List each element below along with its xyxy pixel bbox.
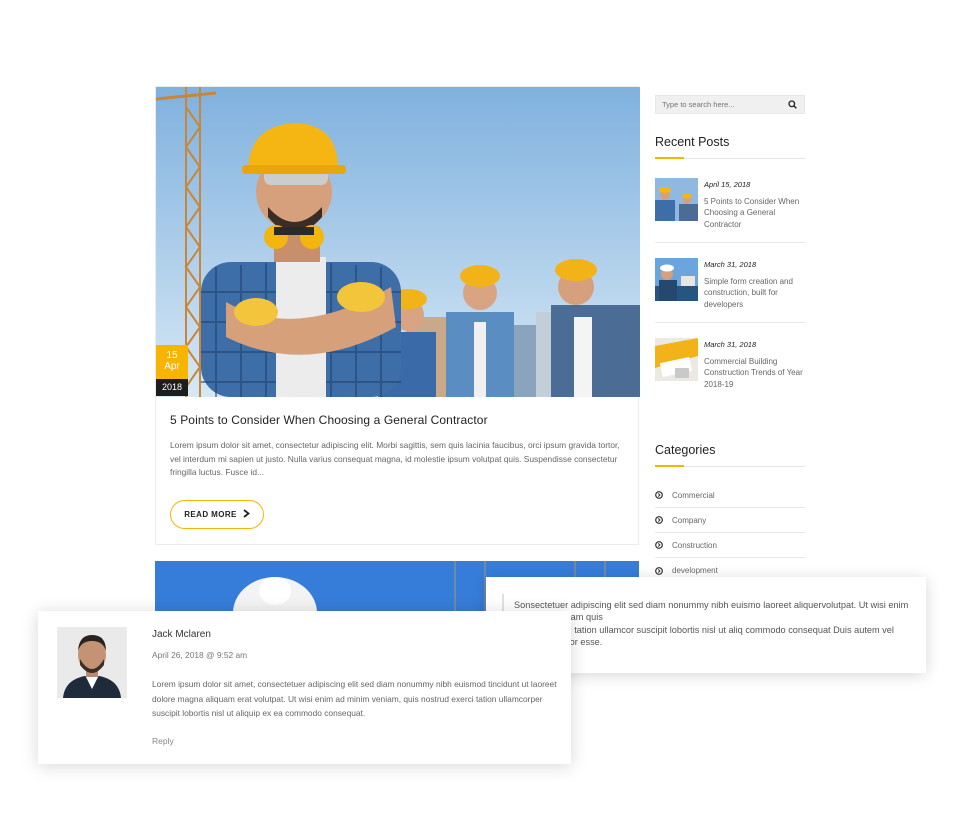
search-box	[655, 95, 805, 114]
arrow-circle-right-icon	[655, 566, 672, 575]
reply-link[interactable]: Reply	[152, 736, 174, 746]
comment-card: Jack Mclaren April 26, 2018 @ 9:52 am Lo…	[38, 611, 571, 764]
category-label: Construction	[672, 540, 717, 550]
date-year: 2018	[156, 379, 188, 396]
date-month: Apr	[164, 361, 180, 372]
blockquote-line: ad minim veniam quis	[514, 612, 603, 623]
search-icon[interactable]	[780, 96, 804, 113]
post-excerpt: Lorem ipsum dolor sit amet, consectetur …	[170, 440, 620, 477]
recent-post-thumbnail[interactable]	[655, 338, 698, 381]
date-day-month: 15 Apr	[156, 345, 188, 379]
arrow-circle-right-icon	[655, 541, 672, 549]
page: 15 Apr 2018 5 Points to Consider When Ch…	[0, 0, 961, 814]
construction-workers-image	[156, 87, 640, 397]
recent-post-date: April 15, 2018	[704, 180, 751, 189]
blockquote-line: nostrud exerci tation ullamcor suscipit …	[514, 624, 894, 635]
post-title[interactable]: 5 Points to Consider When Choosing a Gen…	[170, 413, 488, 427]
comment-date[interactable]: April 26, 2018 @ 9:52 am	[152, 650, 247, 660]
category-label: Commercial	[672, 490, 715, 500]
recent-post-divider	[655, 322, 805, 323]
date-day: 15	[166, 350, 178, 361]
recent-post-title[interactable]: Commercial Building Construction Trends …	[704, 356, 806, 390]
recent-post-date: March 31, 2018	[704, 260, 757, 269]
avatar	[57, 627, 127, 698]
recent-post-item[interactable]: March 31, 2018 Commercial Building Const…	[655, 338, 805, 398]
recent-post-thumbnail[interactable]	[655, 178, 698, 221]
chevron-right-icon	[243, 508, 250, 521]
recent-post-date: March 31, 2018	[704, 340, 757, 349]
recent-post-title[interactable]: Simple form creation and construction, b…	[704, 276, 806, 310]
category-item-construction[interactable]: Construction	[655, 533, 805, 558]
recent-post-item[interactable]: April 15, 2018 5 Points to Consider When…	[655, 178, 805, 244]
category-label: Company	[672, 515, 707, 525]
post-featured-image[interactable]: 15 Apr 2018	[156, 87, 640, 397]
arrow-circle-right-icon	[655, 516, 672, 524]
recent-post-title[interactable]: 5 Points to Consider When Choosing a Gen…	[704, 196, 806, 230]
blockquote-text: Sonsectetuer adipiscing elit sed diam no…	[514, 599, 914, 648]
category-item-commercial[interactable]: Commercial	[655, 483, 805, 508]
blog-post-card: 15 Apr 2018 5 Points to Consider When Ch…	[155, 86, 640, 545]
post-date-badge: 15 Apr 2018	[156, 345, 188, 396]
search-input[interactable]	[656, 96, 780, 113]
category-label: development	[672, 566, 718, 575]
arrow-circle-right-icon	[655, 491, 672, 499]
categories-accent	[655, 465, 684, 467]
read-more-button[interactable]: READ MORE	[170, 500, 264, 529]
blockquote-line: Sonsectetuer adipiscing elit sed diam no…	[514, 600, 909, 610]
category-item-company[interactable]: Company	[655, 508, 805, 533]
comment-text: Lorem ipsum dolor sit amet, consectetuer…	[152, 679, 557, 718]
recent-posts-title: Recent Posts	[655, 135, 730, 149]
read-more-label: READ MORE	[184, 510, 237, 519]
comment-author[interactable]: Jack Mclaren	[152, 629, 211, 640]
recent-posts-accent	[655, 157, 684, 159]
categories-title: Categories	[655, 443, 716, 457]
recent-post-thumbnail[interactable]	[655, 258, 698, 301]
recent-post-divider	[655, 242, 805, 243]
blockquote-line: eum iriure dolor esse.	[514, 636, 603, 647]
recent-post-item[interactable]: March 31, 2018 Simple form creation and …	[655, 258, 805, 324]
